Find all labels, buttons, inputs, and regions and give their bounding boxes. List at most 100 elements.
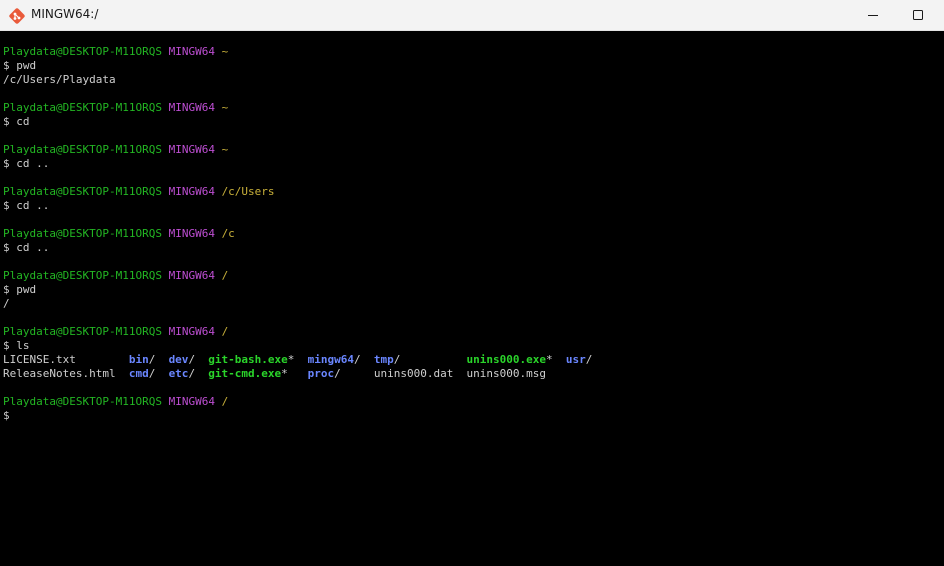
ls-entry-name: bin: [128, 353, 149, 366]
ls-entry-name: unins000.msg: [466, 367, 547, 380]
input-prompt-symbol: $: [3, 409, 10, 422]
ls-entry-suffix: *: [281, 367, 288, 380]
prompt-shell: MINGW64: [168, 325, 215, 338]
ls-entry-name: mingw64: [307, 353, 354, 366]
title-bar[interactable]: MINGW64:/: [0, 0, 944, 31]
ls-entry: git-bash.exe*: [208, 353, 307, 367]
command-text: $ ls: [3, 339, 30, 352]
command-text: $ cd: [3, 115, 30, 128]
prompt-path: /: [221, 395, 229, 408]
ls-entry-suffix: /: [188, 353, 196, 366]
output-text: /: [3, 297, 10, 310]
ls-entry-suffix: /: [353, 353, 361, 366]
git-logo-icon: [9, 8, 25, 24]
ls-entry-name: git-bash.exe: [208, 353, 288, 366]
ls-entry: unins000.dat: [374, 367, 467, 381]
window-title: MINGW64:/: [31, 7, 99, 21]
ls-entry: ReleaseNotes.html: [3, 367, 129, 381]
prompt-shell: MINGW64: [168, 185, 215, 198]
prompt-path: /: [221, 325, 229, 338]
ls-entry-suffix: *: [287, 353, 295, 366]
ls-entry: usr/: [566, 353, 593, 367]
prompt-path: /c: [221, 227, 235, 240]
prompt-shell: MINGW64: [168, 269, 215, 282]
ls-entry-name: LICENSE.txt: [3, 353, 76, 366]
prompt-user-host: Playdata@DESKTOP-M11ORQS: [3, 185, 162, 198]
output-text: /c/Users/Playdata: [3, 73, 116, 86]
ls-entry: proc/: [308, 367, 374, 381]
ls-entry: unins000.msg: [467, 367, 566, 381]
ls-entry-suffix: /: [148, 367, 156, 380]
ls-entry-name: tmp: [373, 353, 394, 366]
prompt-path: /: [221, 269, 229, 282]
ls-entry: dev/: [169, 353, 209, 367]
command-line: $ pwd: [3, 59, 941, 73]
prompt-user-host: Playdata@DESKTOP-M11ORQS: [3, 325, 162, 338]
command-text: $ cd ..: [3, 241, 50, 254]
prompt-line: Playdata@DESKTOP-M11ORQS MINGW64 /: [3, 269, 941, 283]
maximize-button[interactable]: [895, 0, 941, 30]
prompt-user-host: Playdata@DESKTOP-M11ORQS: [3, 101, 162, 114]
ls-entry-suffix: /: [585, 353, 593, 366]
prompt-line: Playdata@DESKTOP-M11ORQS MINGW64 /c/User…: [3, 185, 941, 199]
prompt-shell: MINGW64: [168, 143, 215, 156]
terminal-output[interactable]: Playdata@DESKTOP-M11ORQS MINGW64 ~ $ pwd /…: [3, 45, 941, 561]
prompt-path: ~: [221, 143, 229, 156]
prompt-path: /c/Users: [221, 185, 275, 198]
prompt-path: ~: [221, 45, 229, 58]
ls-entry: tmp/: [374, 353, 467, 367]
ls-entry-suffix: /: [188, 367, 196, 380]
ls-entry: bin/: [129, 353, 169, 367]
ls-entry-name: unins000.dat: [373, 367, 454, 380]
ls-entry-name: etc: [168, 367, 189, 380]
input-line: $: [3, 409, 941, 423]
output-line: /: [3, 297, 941, 311]
ls-entry: LICENSE.txt: [3, 353, 129, 367]
ls-entry-suffix: /: [334, 367, 341, 380]
command-text: $ pwd: [3, 59, 37, 72]
prompt-line: Playdata@DESKTOP-M11ORQS MINGW64 ~: [3, 143, 941, 157]
prompt-shell: MINGW64: [168, 395, 215, 408]
command-text: $ cd ..: [3, 199, 50, 212]
prompt-line: Playdata@DESKTOP-M11ORQS MINGW64 /: [3, 395, 941, 409]
command-text: $ cd ..: [3, 157, 50, 170]
maximize-icon: [913, 10, 923, 20]
command-text: $ pwd: [3, 283, 37, 296]
command-line: $ cd ..: [3, 199, 941, 213]
ls-entry: git-cmd.exe*: [208, 367, 307, 381]
prompt-line: Playdata@DESKTOP-M11ORQS MINGW64 /: [3, 325, 941, 339]
prompt-user-host: Playdata@DESKTOP-M11ORQS: [3, 45, 162, 58]
command-line: $ ls: [3, 339, 941, 353]
output-line: /c/Users/Playdata: [3, 73, 941, 87]
ls-entry-name: cmd: [128, 367, 149, 380]
command-line: $ cd ..: [3, 241, 941, 255]
command-line: $ cd: [3, 115, 941, 129]
ls-entry-suffix: /: [393, 353, 401, 366]
minimize-button[interactable]: [850, 0, 896, 30]
ls-entry-suffix: *: [546, 353, 553, 366]
prompt-shell: MINGW64: [168, 227, 215, 240]
ls-entry-suffix: /: [148, 353, 156, 366]
ls-entry: mingw64/: [308, 353, 374, 367]
ls-entry: unins000.exe*: [467, 353, 566, 367]
ls-entry: etc/: [169, 367, 209, 381]
prompt-user-host: Playdata@DESKTOP-M11ORQS: [3, 269, 162, 282]
ls-entry-name: git-cmd.exe: [208, 367, 282, 380]
prompt-shell: MINGW64: [168, 45, 215, 58]
prompt-user-host: Playdata@DESKTOP-M11ORQS: [3, 395, 162, 408]
terminal-window: MINGW64:/ Playdata@DESKTOP-M11ORQS MINGW…: [0, 0, 944, 566]
prompt-line: Playdata@DESKTOP-M11ORQS MINGW64 ~: [3, 45, 941, 59]
prompt-path: ~: [221, 101, 229, 114]
command-line: $ pwd: [3, 283, 941, 297]
prompt-user-host: Playdata@DESKTOP-M11ORQS: [3, 143, 162, 156]
prompt-shell: MINGW64: [168, 101, 215, 114]
minimize-icon: [868, 15, 878, 16]
ls-entry: cmd/: [129, 367, 169, 381]
